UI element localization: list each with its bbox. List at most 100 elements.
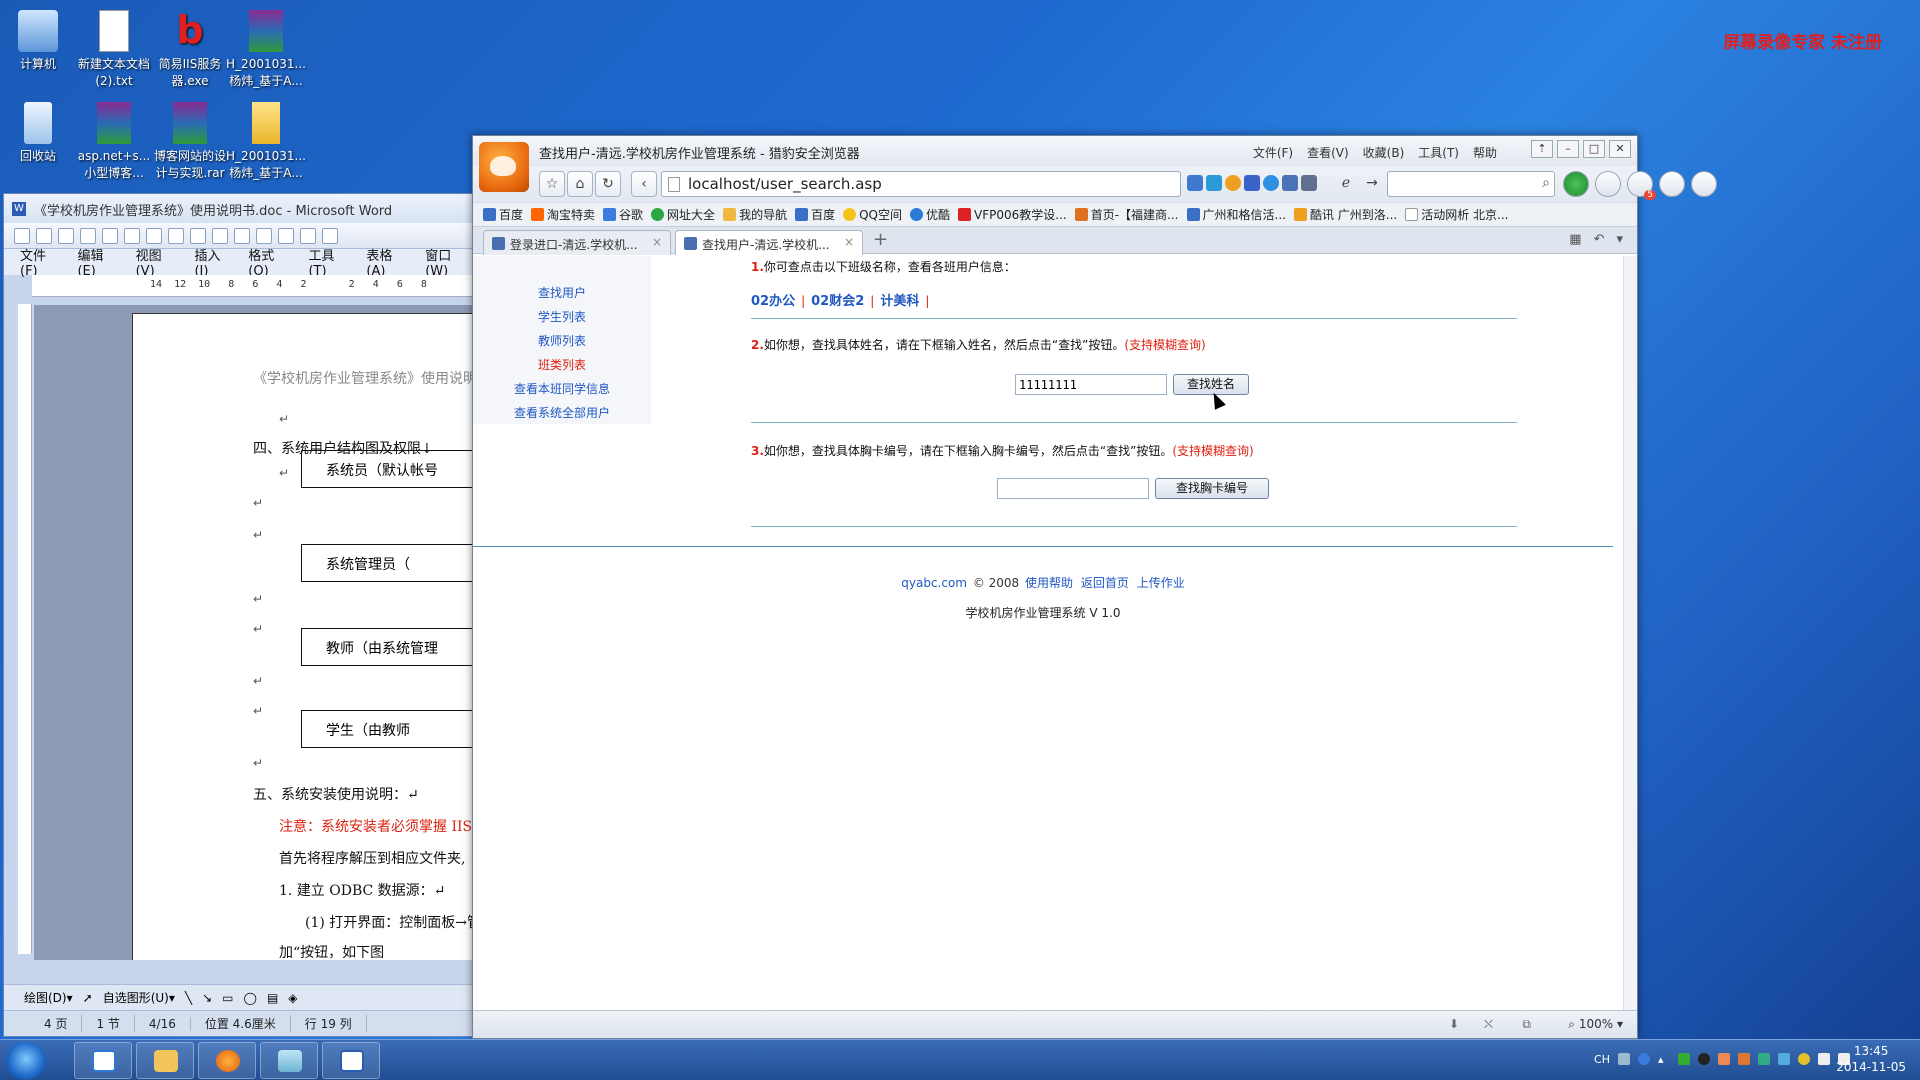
tab-user-search[interactable]: 查找用户-清远.学校机... × (675, 230, 863, 255)
find-name-button[interactable]: 查找姓名 (1173, 374, 1249, 395)
print-icon[interactable] (124, 227, 140, 244)
bookmark[interactable]: 网址大全 (651, 206, 715, 223)
arrow-icon[interactable]: ➚ (83, 991, 93, 1005)
word-menu-insert[interactable]: 插入(I) (194, 245, 234, 279)
qq-icon[interactable] (1698, 1053, 1710, 1065)
copy-icon[interactable] (234, 227, 250, 244)
extension-icon[interactable] (1282, 175, 1298, 191)
draw-menu[interactable]: 绘图(D)▾ (24, 989, 73, 1006)
extension-icon[interactable] (1301, 175, 1317, 191)
bookmark[interactable]: 活动网析 北京... (1405, 206, 1508, 223)
word-menu-view[interactable]: 视图(V) (136, 245, 181, 279)
tray-app-icon[interactable] (1798, 1053, 1810, 1065)
tab-grid-icon[interactable]: ▦ (1569, 232, 1581, 247)
paste-icon[interactable] (256, 227, 272, 244)
bookmark[interactable]: 优酷 (910, 206, 950, 223)
network-icon[interactable] (1818, 1053, 1830, 1065)
antivirus-icon[interactable] (1678, 1053, 1690, 1065)
close-button[interactable]: ✕ (1609, 140, 1631, 158)
footer-home-link[interactable]: 返回首页 (1081, 576, 1129, 590)
extension-icon[interactable] (1225, 175, 1241, 191)
tray-expand-icon[interactable]: ▴ (1658, 1053, 1670, 1066)
undo-close-icon[interactable]: ↶ (1594, 232, 1605, 247)
nav-find-user[interactable]: 查找用户 (473, 284, 651, 301)
tray-app-icon[interactable] (1718, 1053, 1730, 1065)
lock-icon[interactable] (1595, 171, 1621, 197)
browser-menu-view[interactable]: 查看(V) (1307, 144, 1349, 161)
browser-menu-file[interactable]: 文件(F) (1253, 144, 1293, 161)
taskbar-app-explorer[interactable] (136, 1042, 194, 1079)
bookmark[interactable]: QQ空间 (843, 206, 902, 223)
no-image-icon[interactable]: ⛌ (1484, 1017, 1493, 1032)
gamepad-icon[interactable] (1659, 171, 1685, 197)
bookmark[interactable]: 我的导航 (723, 206, 787, 223)
save-icon[interactable] (58, 227, 74, 244)
browser-menu-help[interactable]: 帮助 (1473, 144, 1497, 161)
bookmark[interactable]: 首页-【福建商... (1074, 206, 1179, 223)
spelling-icon[interactable] (168, 227, 184, 244)
new-tab-button[interactable]: + (873, 229, 888, 250)
kingsoft-icon[interactable] (1563, 171, 1589, 197)
taskbar-app-browser[interactable] (198, 1042, 256, 1079)
refresh-icon[interactable]: ↻ (595, 171, 621, 197)
arrow-line-icon[interactable]: ↘ (202, 991, 212, 1005)
undo-icon[interactable] (300, 227, 316, 244)
bookmark[interactable]: 百度 (795, 206, 835, 223)
desktop-icon-computer[interactable]: 计算机 (0, 4, 78, 73)
extension-icon[interactable] (1187, 175, 1203, 191)
word-menu-format[interactable]: 格式(O) (248, 245, 294, 279)
taskbar-app-notepad[interactable] (260, 1042, 318, 1079)
horizontal-ruler[interactable]: 14 12 10 8 6 4 2 2 4 6 8 (32, 275, 474, 297)
bookmark[interactable]: 百度 (483, 206, 523, 223)
keyboard-icon[interactable] (1618, 1053, 1630, 1065)
word-menu-window[interactable]: 窗口(W) (425, 245, 474, 279)
tray-app-icon[interactable] (1778, 1053, 1790, 1065)
class-link[interactable]: 02办公 (751, 294, 795, 309)
desktop-icon-folder[interactable]: H_2001031... 杨炜_基于A... (226, 96, 306, 182)
home-icon[interactable]: ⌂ (567, 171, 593, 197)
bookmark[interactable]: 谷歌 (603, 206, 643, 223)
forward-icon[interactable]: → (1359, 171, 1385, 197)
format-painter-icon[interactable] (278, 227, 294, 244)
bookmark[interactable]: 广州和格信活... (1186, 206, 1286, 223)
taskbar-app-sync[interactable] (74, 1042, 132, 1079)
find-card-button[interactable]: 查找胸卡编号 (1155, 478, 1269, 499)
print-preview-icon[interactable] (146, 227, 162, 244)
clock[interactable]: 13:45 2014-11-05 (1836, 1043, 1906, 1075)
cut-icon[interactable] (212, 227, 228, 244)
vertical-scrollbar[interactable] (1623, 256, 1637, 1010)
nav-class-list[interactable]: 班类列表 (473, 356, 651, 373)
desktop-icon-new-text[interactable]: 新建文本文档 (2).txt (74, 4, 154, 90)
download-status-icon[interactable]: ⬇ (1449, 1017, 1459, 1031)
nav-teacher-list[interactable]: 教师列表 (473, 332, 651, 349)
desktop-icon-archive-2[interactable]: asp.net+s... 小型博客... (74, 96, 154, 182)
bookmark[interactable]: VFP006教学设... (958, 206, 1067, 223)
class-link[interactable]: 计美科 (880, 294, 919, 309)
new-doc-icon[interactable] (14, 227, 30, 244)
desktop-icon-recycle-bin[interactable]: 回收站 (0, 96, 78, 165)
fill-color-icon[interactable]: ◈ (288, 991, 297, 1005)
oval-icon[interactable]: ◯ (244, 991, 257, 1005)
maximize-button[interactable]: □ (1583, 140, 1605, 158)
document-page[interactable]: 《学校机房作业管理系统》使用说明 ↵ 四、系统用户结构图及权限↓ ↵ 系统员（默… (132, 313, 474, 960)
download-icon[interactable]: 5 (1627, 171, 1656, 200)
permission-icon[interactable] (80, 227, 96, 244)
menu-icon[interactable] (1691, 171, 1717, 197)
class-link[interactable]: 02财会2 (811, 294, 864, 309)
tab-menu-icon[interactable]: ▾ (1616, 232, 1623, 247)
start-button[interactable] (6, 1042, 46, 1080)
tab-login[interactable]: 登录进口-清远.学校机... × (483, 230, 671, 255)
ie-mode-icon[interactable]: ℯ (1333, 171, 1359, 197)
card-search-input[interactable] (997, 478, 1149, 499)
address-bar[interactable]: localhost/user_search.asp (661, 171, 1181, 197)
bookmark[interactable]: 淘宝特卖 (531, 206, 595, 223)
browser-menu-favorites[interactable]: 收藏(B) (1363, 144, 1405, 161)
autoshapes-menu[interactable]: 自选图形(U)▾ (103, 989, 175, 1006)
footer-upload-link[interactable]: 上传作业 (1137, 576, 1185, 590)
word-menu-edit[interactable]: 编辑(E) (77, 245, 121, 279)
browser-menu-tools[interactable]: 工具(T) (1418, 144, 1459, 161)
window-mode-icon[interactable]: ⧉ (1522, 1017, 1531, 1032)
tab-close-icon[interactable]: × (652, 235, 662, 249)
desktop-icon-archive-1[interactable]: H_2001031... 杨炜_基于A... (226, 4, 306, 90)
pin-icon[interactable]: ⇡ (1531, 140, 1553, 158)
